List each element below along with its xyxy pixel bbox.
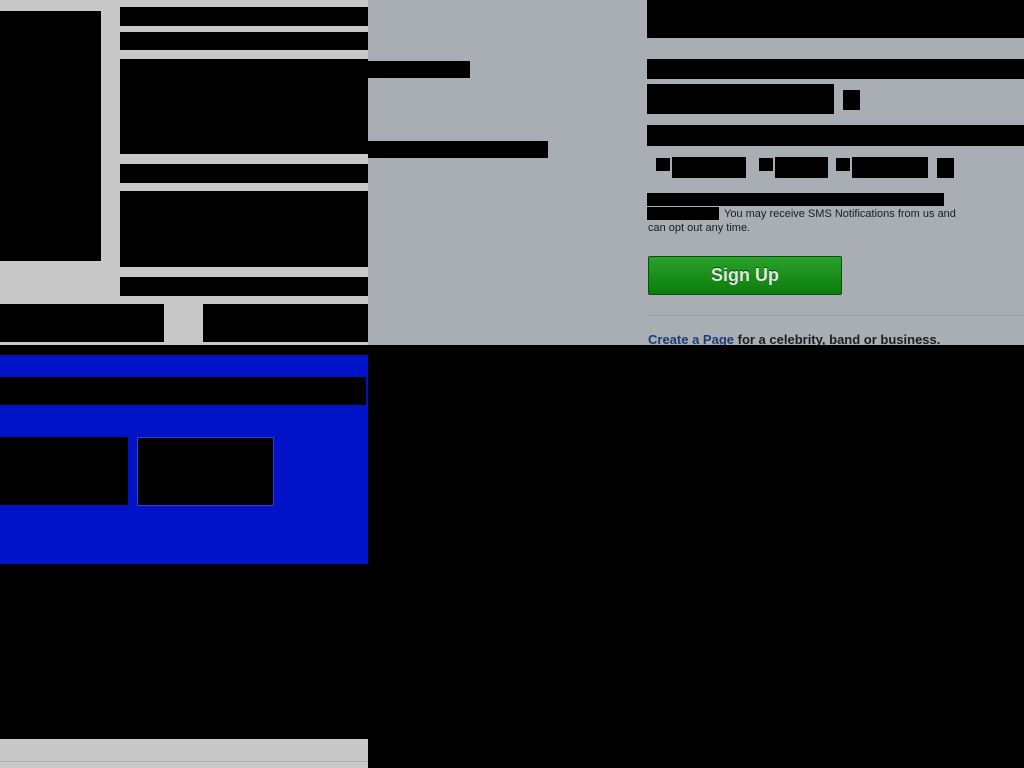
signup-field-1[interactable]: [647, 59, 1024, 79]
create-page-line: Create a Page for a celebrity, band or b…: [648, 332, 1024, 345]
sms-notice: You may receive SMS Notifications from u…: [648, 208, 956, 234]
terms-redacted-line: [647, 193, 944, 206]
select-2[interactable]: [775, 157, 828, 178]
redacted-bar-2: [120, 32, 368, 50]
redacted-button-left[interactable]: [0, 304, 164, 342]
blue-panel-title-bar: [0, 377, 366, 405]
redacted-block-2: [120, 191, 368, 267]
blue-panel-thumbnail-2[interactable]: [137, 437, 274, 506]
select-1[interactable]: [672, 157, 746, 178]
signup-header: [647, 0, 1024, 38]
signup-field-2[interactable]: [647, 84, 834, 114]
signup-button[interactable]: Sign Up: [648, 256, 842, 295]
select-help-icon[interactable]: [937, 158, 954, 178]
checkbox-2[interactable]: [759, 158, 773, 171]
redacted-bar-3: [368, 61, 470, 78]
redacted-block-1: [120, 59, 368, 154]
select-3[interactable]: [852, 157, 928, 178]
redacted-bar-4: [368, 141, 548, 158]
signup-field-3[interactable]: [647, 125, 1024, 146]
checkbox-1[interactable]: [656, 158, 670, 171]
signup-help-icon[interactable]: [843, 90, 860, 110]
redacted-bar-6: [120, 277, 368, 296]
redacted-button-right[interactable]: [203, 304, 368, 342]
checkbox-3[interactable]: [836, 158, 850, 171]
redacted-bar-1: [120, 7, 368, 26]
signup-divider: [648, 315, 1024, 316]
bottom-strip: [0, 739, 368, 768]
redacted-bar-5: [120, 164, 368, 183]
bottom-strip-divider: [0, 761, 368, 762]
create-page-link[interactable]: Create a Page: [648, 332, 734, 345]
profile-image-placeholder: [0, 11, 101, 261]
create-page-description: for a celebrity, band or business.: [734, 332, 941, 345]
blue-panel-thumbnail-1[interactable]: [0, 437, 128, 505]
